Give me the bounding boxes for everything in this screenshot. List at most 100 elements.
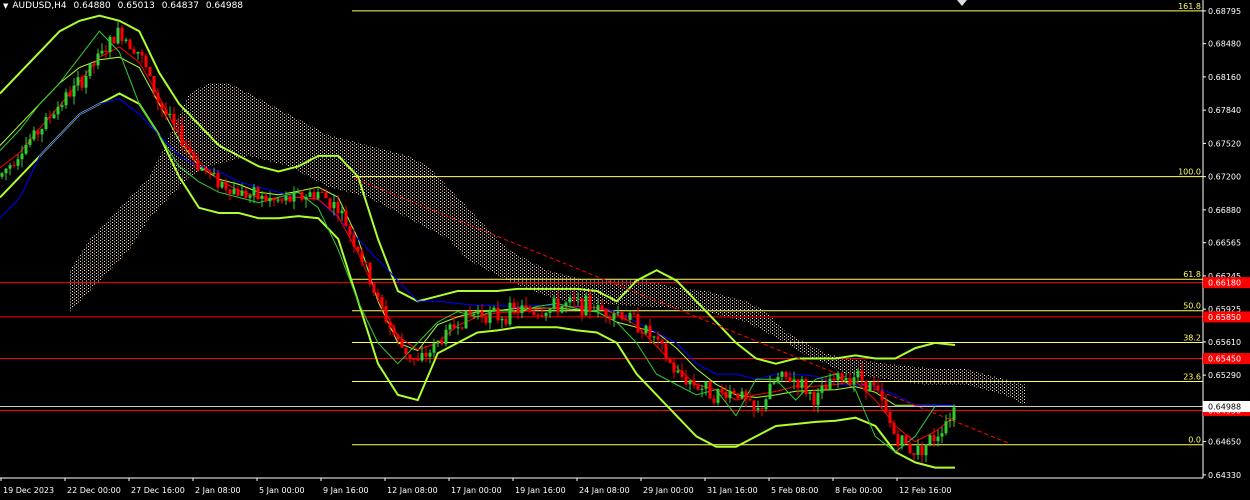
chart-header: ▼ AUDUSD,H4 0.64880 0.65013 0.64837 0.649… (3, 1, 247, 11)
candle-body (108, 36, 112, 52)
candle-body (632, 313, 636, 315)
chart-background (0, 0, 1250, 500)
candle-body (84, 76, 88, 88)
candle-body (256, 187, 260, 199)
candle-body (288, 195, 292, 202)
dropdown-arrow-icon[interactable]: ▼ (3, 2, 8, 10)
candle-body (116, 27, 120, 44)
candle-body (708, 381, 712, 399)
candle-body (848, 378, 852, 385)
candle-body (112, 36, 116, 44)
candle-body (748, 399, 752, 401)
candle-body (4, 168, 8, 174)
candle-body (44, 117, 48, 129)
candle-body (364, 262, 368, 263)
candle-body (744, 391, 748, 400)
candle-body (880, 390, 884, 401)
open-value: 0.64880 (73, 1, 111, 11)
candle-body (436, 340, 440, 344)
candle-body (316, 192, 320, 199)
candle-body (88, 63, 92, 76)
candle-body (860, 370, 864, 381)
candle-body (452, 324, 456, 328)
candle-body (404, 347, 408, 355)
candle-body (68, 92, 72, 97)
candle-body (416, 359, 420, 361)
candle-body (752, 400, 756, 410)
candle-body (320, 192, 324, 194)
candle-body (340, 210, 344, 214)
candle-body (940, 433, 944, 437)
candle-body (816, 392, 820, 405)
candle-body (836, 373, 840, 381)
candle-body (148, 67, 152, 77)
candle-body (668, 359, 672, 363)
time-tick-label: 19 Dec 2023 (3, 486, 54, 495)
candle-body (408, 354, 412, 359)
candle-body (776, 376, 780, 383)
candle-body (412, 358, 416, 360)
candle-body (540, 315, 544, 317)
candle-body (28, 139, 32, 145)
time-tick-label: 9 Jan 16:00 (323, 486, 369, 495)
time-tick-label: 27 Dec 16:00 (131, 486, 185, 495)
candle-body (636, 314, 640, 333)
low-value: 0.64837 (161, 1, 199, 11)
candle-body (296, 192, 300, 194)
candle-body (104, 50, 108, 52)
price-tick-label: 0.64650 (1208, 438, 1241, 447)
candle-body (132, 49, 136, 54)
candle-body (252, 187, 256, 196)
candle-body (684, 376, 688, 385)
candle-body (20, 153, 24, 160)
price-tick-label: 0.65610 (1208, 338, 1241, 347)
candle-body (724, 391, 728, 399)
candle-body (936, 436, 940, 442)
candle-body (704, 381, 708, 389)
candle-body (560, 306, 564, 313)
candle-body (832, 378, 836, 381)
candle-body (904, 435, 908, 444)
candle-body (868, 382, 872, 392)
candle-body (500, 318, 504, 321)
candle-body (236, 189, 240, 196)
candle-body (384, 306, 388, 322)
candle-body (788, 377, 792, 382)
candle-body (924, 444, 928, 456)
candle-body (688, 380, 692, 385)
symbol-label: AUDUSD,H4 (12, 1, 67, 11)
candle-body (264, 195, 268, 202)
candle-body (80, 77, 84, 88)
candle-body (720, 389, 724, 392)
time-tick-label: 22 Dec 00:00 (67, 486, 121, 495)
candle-body (716, 389, 720, 403)
candle-body (448, 324, 452, 330)
candle-body (100, 50, 104, 54)
candle-body (792, 379, 796, 382)
price-chart[interactable]: 161.8 100.0 61.8 50.0 38.2 23.6 0.0 0.68795 0.6… (0, 0, 1250, 500)
candle-body (804, 379, 808, 394)
candle-body (420, 352, 424, 361)
candle-body (692, 380, 696, 386)
candle-body (712, 398, 716, 403)
candle-body (244, 190, 248, 198)
candle-body (60, 105, 64, 107)
fib-label: 161.8 (1178, 2, 1201, 11)
candle-body (120, 27, 124, 41)
candle-body (400, 339, 404, 348)
candle-body (624, 319, 628, 321)
fib-label: 50.0 (1183, 302, 1201, 311)
fib-label: 100.0 (1178, 168, 1201, 177)
candle-body (460, 327, 464, 329)
candle-body (324, 192, 328, 199)
candle-body (856, 370, 860, 378)
candle-body (128, 39, 132, 50)
candle-body (284, 195, 288, 201)
price-tick-label: 0.66565 (1208, 239, 1241, 248)
candle-body (664, 343, 668, 360)
candle-body (656, 336, 660, 340)
candle-body (468, 311, 472, 315)
candle-body (328, 198, 332, 209)
candle-body (800, 379, 804, 388)
candle-body (680, 370, 684, 377)
